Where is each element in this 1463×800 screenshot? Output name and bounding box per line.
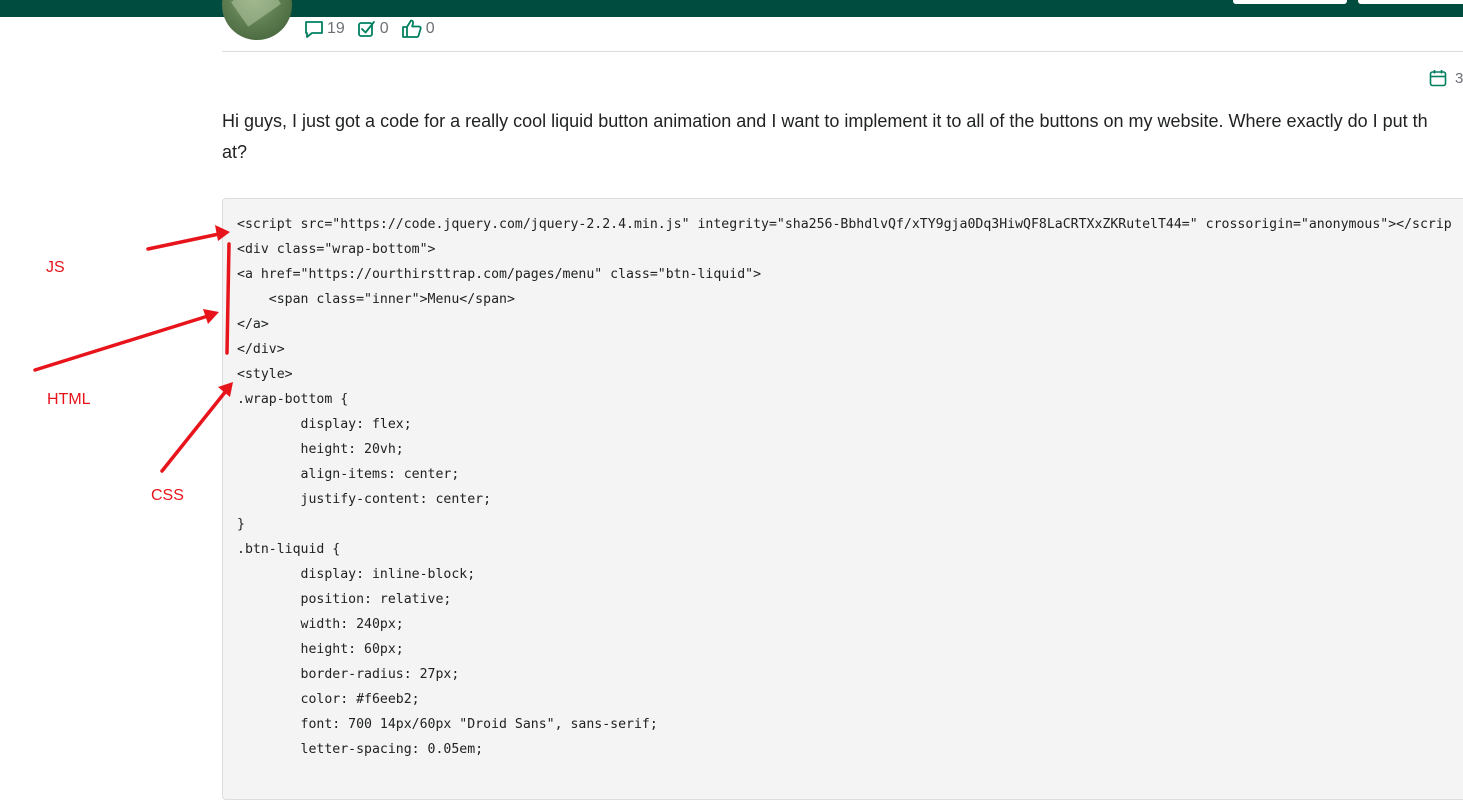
annotation-arrow-css xyxy=(160,389,228,473)
annotation-arrowhead xyxy=(215,225,230,241)
annotation-arrowhead xyxy=(218,382,233,397)
annotation-bracket-html xyxy=(225,242,231,355)
annotation-arrow-js xyxy=(146,232,221,251)
annotation-arrows xyxy=(33,225,233,473)
annotation-arrow-html xyxy=(33,314,210,372)
